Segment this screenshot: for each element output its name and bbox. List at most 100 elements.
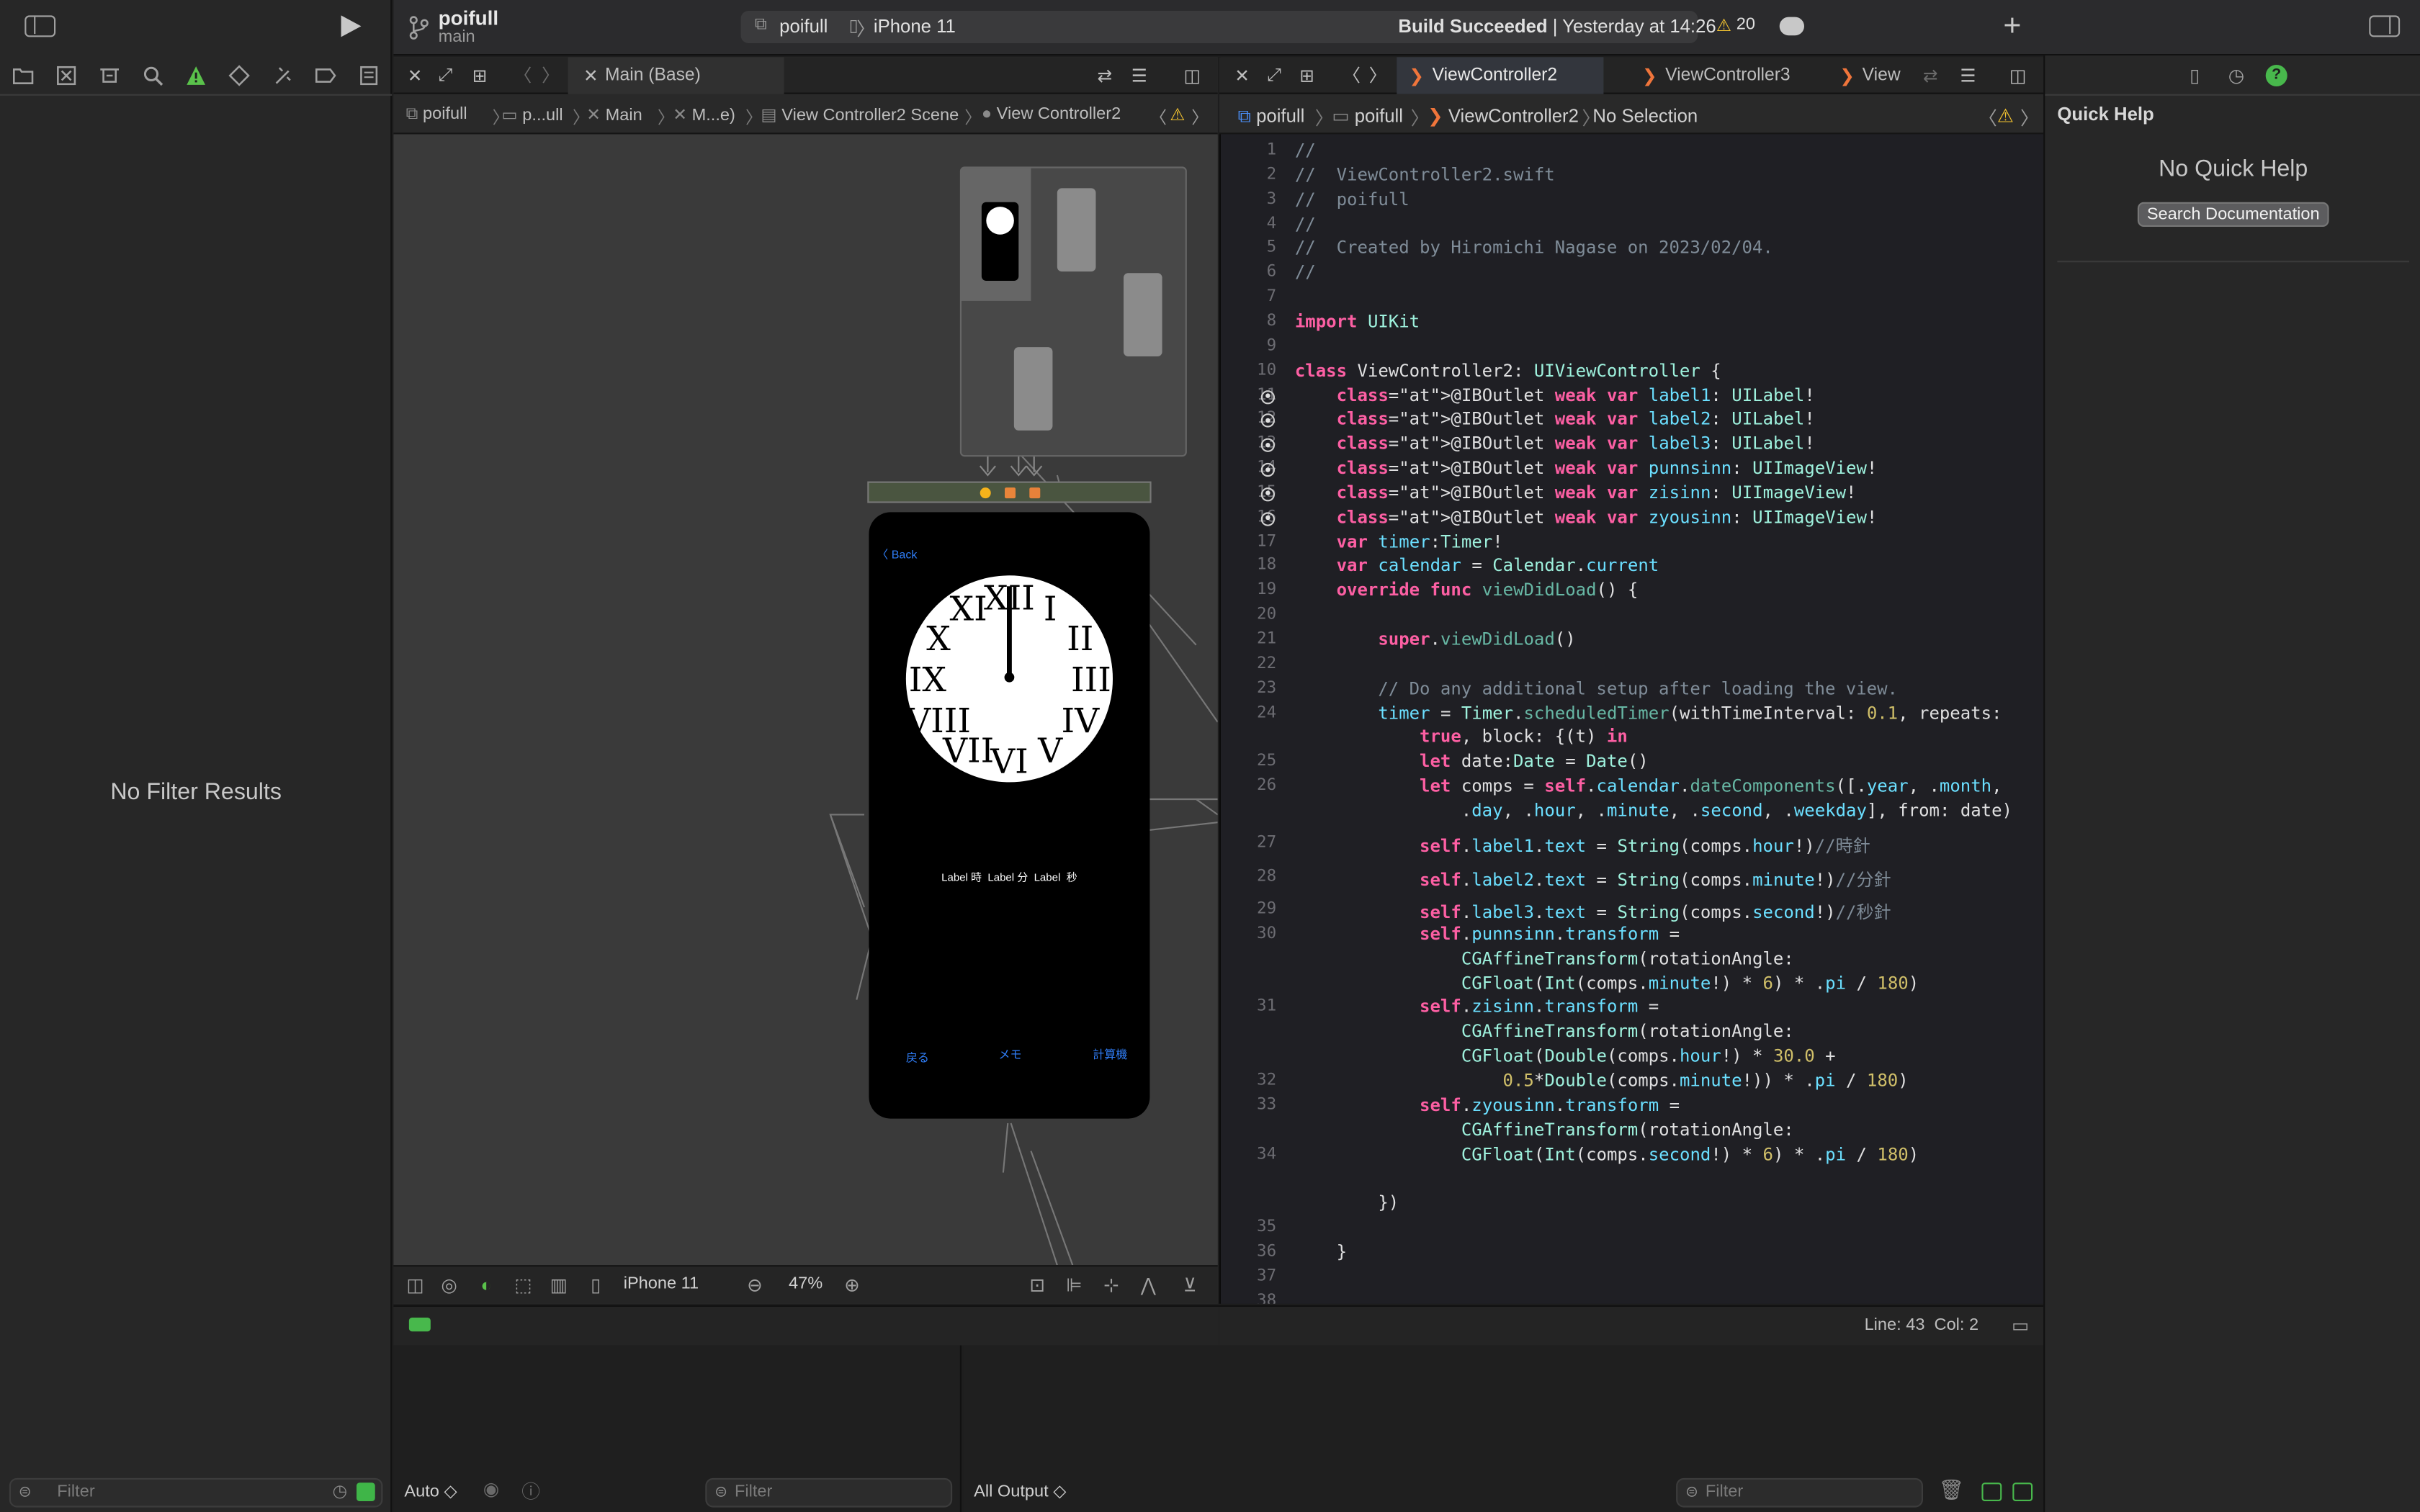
outlet-connection-icon[interactable] (1260, 462, 1275, 477)
related-icon[interactable]: ⇄ (1923, 57, 1938, 94)
clock-face-image[interactable]: XII IIIIIIIVVVIVIIVIIIIXXXI (905, 574, 1114, 783)
first-responder-icon[interactable] (1005, 487, 1016, 499)
line-number[interactable]: 21 (1219, 629, 1276, 648)
console-filter-field[interactable]: Filter (1676, 1477, 1923, 1508)
line-number[interactable]: 18 (1219, 556, 1276, 575)
code-line-text[interactable]: class="at">@IBOutlet weak var label1: UI… (1295, 385, 1815, 405)
code-line-text[interactable]: CGFloat(Double(comps.hour!) * 30.0 + (1295, 1046, 1836, 1066)
resolve-issues-icon[interactable]: ⋀ (1137, 1274, 1159, 1296)
breadcrumb-folder[interactable]: ▭ poifull (1332, 105, 1403, 127)
close-icon[interactable]: ✕ (408, 57, 423, 94)
code-line-text[interactable]: // (1295, 140, 1316, 161)
tab-main-storyboard[interactable]: ✕ Main (Base) (568, 57, 784, 94)
appearance-icon[interactable]: ◐ (475, 1274, 497, 1296)
code-line-text[interactable]: true, block: {(t) in (1295, 727, 1628, 747)
help-icon[interactable]: ? (2265, 65, 2287, 86)
line-number[interactable]: 38 (1219, 1291, 1276, 1304)
test-icon[interactable] (228, 65, 250, 86)
tab-view[interactable]: ❯ View (1834, 57, 1914, 94)
auto-selector[interactable]: Auto ◇ (404, 1481, 457, 1501)
breakpoint-icon[interactable] (315, 65, 336, 86)
scene-dock[interactable] (867, 481, 1152, 503)
line-number[interactable]: 4 (1219, 214, 1277, 233)
device-name[interactable]: iPhone 11 (624, 1274, 699, 1293)
eye-icon[interactable]: ◉ (483, 1478, 499, 1500)
source-control-icon[interactable] (55, 65, 77, 86)
history-icon[interactable]: ◷ (2226, 65, 2247, 86)
grid-icon[interactable]: ⊞ (1299, 57, 1314, 94)
line-number[interactable]: 31 (1219, 997, 1276, 1016)
chevron-left-icon[interactable]: 〈 (1150, 105, 1167, 130)
device-icon[interactable]: ▯ (585, 1274, 606, 1296)
debug-toggle-icon[interactable] (408, 1318, 431, 1332)
orientation-icon[interactable]: ⬚ (512, 1274, 534, 1296)
accessibility-icon[interactable]: ◎ (439, 1274, 460, 1296)
line-number[interactable]: 2 (1219, 165, 1277, 184)
breadcrumb-file[interactable]: ❯ ViewController2 (1428, 105, 1579, 127)
outlet-connection-icon[interactable] (1260, 511, 1275, 526)
chevron-left-icon[interactable]: 〈 (1978, 105, 1997, 131)
search-icon[interactable] (142, 65, 163, 86)
breadcrumb-folder[interactable]: ▭ p...ull (501, 105, 563, 125)
project-title[interactable]: poifull (439, 6, 499, 30)
minimap-toggle-icon[interactable]: ▭ (2009, 1315, 2031, 1336)
chevron-right-icon[interactable]: 〉 (2020, 105, 2039, 131)
variables-filter-field[interactable]: Filter (705, 1477, 953, 1508)
line-number[interactable]: 35 (1219, 1218, 1276, 1236)
split-editor-icon[interactable]: ◫ (1184, 57, 1201, 94)
code-line-text[interactable]: } (1295, 1242, 1347, 1262)
code-line-text[interactable]: CGAffineTransform(rotationAngle: (1295, 1120, 1794, 1140)
iphone-scene[interactable]: 〈 Back XII I II III IV V VI VII VIII IX X XI Label … (869, 512, 1150, 1119)
tab-viewcontroller2[interactable]: ❯ ViewController2 (1397, 57, 1604, 94)
code-line-text[interactable]: .day, .hour, .minute, .second, .weekday]… (1295, 801, 2012, 821)
line-number[interactable]: 7 (1219, 287, 1277, 306)
update-frames-icon[interactable]: ⊡ (1026, 1274, 1048, 1296)
code-line-text[interactable]: // (1295, 263, 1316, 283)
code-line-text[interactable]: self.zisinn.transform = (1295, 997, 1659, 1017)
scm-filter-icon[interactable] (356, 1482, 375, 1501)
breadcrumb-project[interactable]: ⧉ poifull (1238, 105, 1305, 128)
warning-icon[interactable]: ⚠ (1716, 15, 1731, 36)
code-line-text[interactable]: var calendar = Calendar.current (1295, 556, 1659, 576)
line-number[interactable]: 33 (1219, 1095, 1276, 1114)
code-line-text[interactable]: timer = Timer.scheduledTimer(withTimeInt… (1295, 703, 2002, 723)
issue-icon[interactable] (185, 65, 207, 86)
code-text[interactable]: 1 // 2 // ViewController2.swift 3 // poifull 4… (1219, 136, 2043, 1304)
inspector-toggle-icon[interactable] (2369, 15, 2401, 37)
code-line-text[interactable]: CGFloat(Int(comps.minute!) * 6) * .pi / … (1295, 973, 1919, 993)
align-icon[interactable]: ⊫ (1063, 1274, 1085, 1296)
related-icon[interactable]: ⇄ (1098, 57, 1113, 94)
warning-icon[interactable]: ⚠ (1170, 105, 1185, 125)
zoom-out-icon[interactable]: ⊖ (744, 1274, 766, 1296)
debug-icon[interactable] (272, 65, 293, 86)
line-number[interactable]: 3 (1219, 189, 1277, 208)
line-number[interactable]: 27 (1219, 834, 1276, 852)
code-line-text[interactable]: 0.5*Double(comps.minute!)) * .pi / 180) (1295, 1071, 1909, 1091)
split-right-icon[interactable] (2012, 1482, 2033, 1501)
navigator-filter-field[interactable]: Filter ◷ (9, 1477, 383, 1508)
code-line-text[interactable]: // poifull (1295, 189, 1410, 210)
zoom-level[interactable]: 47% (789, 1274, 823, 1293)
line-number[interactable]: 29 (1219, 899, 1276, 918)
tab-viewcontroller3[interactable]: ❯ ViewController3 (1603, 57, 1810, 94)
forward-arrow-icon[interactable]: 〉 (542, 57, 560, 94)
grid-icon[interactable]: ⊞ (472, 57, 488, 94)
warning-count[interactable]: 20 (1736, 15, 1755, 34)
breadcrumb-controller[interactable]: ● View Controller2 (982, 105, 1121, 124)
line-number[interactable]: 17 (1219, 531, 1276, 550)
code-line-text[interactable]: self.zyousinn.transform = (1295, 1095, 1680, 1115)
breadcrumb-selection[interactable]: No Selection (1592, 105, 1698, 127)
breadcrumb-scene[interactable]: ▤ View Controller2 Scene (761, 105, 959, 125)
split-editor-icon[interactable]: ◫ (2009, 57, 2026, 94)
trash-icon[interactable]: 🗑 (1938, 1478, 1963, 1503)
code-line-text[interactable]: // (1295, 214, 1316, 234)
code-line-text[interactable]: class="at">@IBOutlet weak var zisinn: UI… (1295, 482, 1857, 503)
code-line-text[interactable]: class="at">@IBOutlet weak var zyousinn: … (1295, 507, 1878, 527)
code-line-text[interactable]: class="at">@IBOutlet weak var punnsinn: … (1295, 459, 1878, 479)
line-number[interactable]: 25 (1219, 752, 1276, 770)
line-number[interactable]: 36 (1219, 1242, 1276, 1261)
forward-arrow-icon[interactable]: 〉 (1369, 57, 1387, 94)
code-line-text[interactable]: class="at">@IBOutlet weak var label3: UI… (1295, 434, 1815, 454)
folder-icon[interactable] (12, 65, 34, 86)
editor-options-icon[interactable]: ☰ (1131, 57, 1147, 94)
